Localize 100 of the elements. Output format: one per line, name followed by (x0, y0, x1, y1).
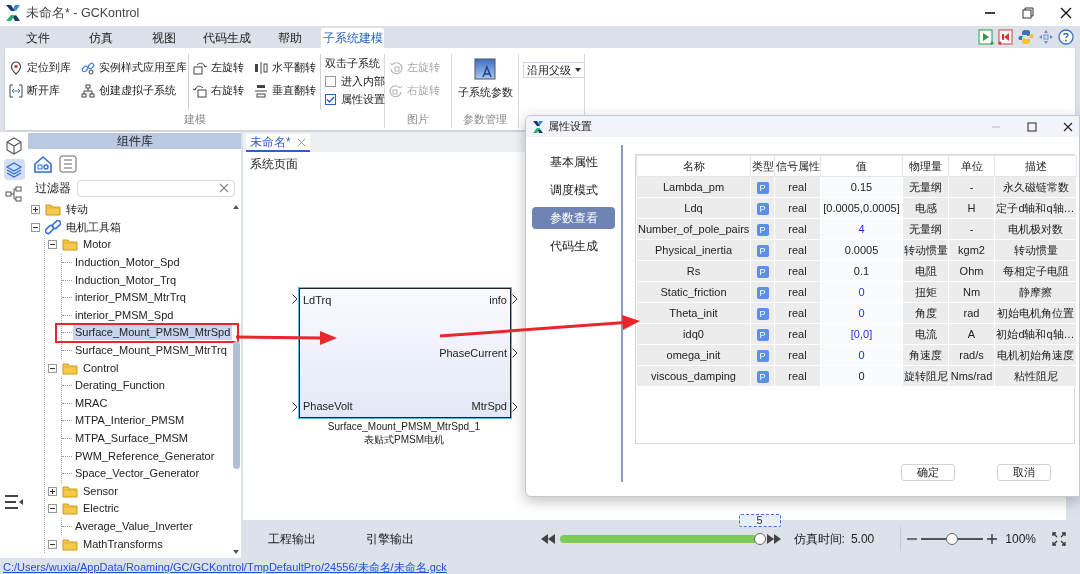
minus-box-icon[interactable] (48, 363, 57, 373)
close-icon[interactable] (1063, 121, 1073, 132)
tree-item[interactable]: Electric (81, 501, 122, 517)
ribbon-button[interactable]: 垂直翻转 (254, 81, 316, 100)
tree-item[interactable]: Induction_Motor_Spd (73, 255, 182, 271)
ribbon-button[interactable]: 实例样式应用至库 (81, 58, 187, 77)
ribbon-button[interactable]: 定位到库 (9, 58, 71, 77)
column-header[interactable]: 名称 (636, 155, 751, 177)
ribbon-button[interactable]: 子系统参数 (452, 54, 518, 112)
tree-item[interactable]: MTPA_Interior_PMSM (73, 413, 187, 429)
nav-item[interactable]: 基本属性 (532, 151, 615, 173)
fast-forward-icon[interactable] (765, 533, 782, 545)
minus-box-icon[interactable] (31, 222, 40, 232)
plus-box-icon[interactable] (31, 205, 40, 215)
rewind-icon[interactable] (998, 29, 1014, 45)
column-header[interactable]: 值 (820, 155, 903, 177)
tree-item[interactable]: MRAC (73, 395, 110, 411)
checkbox-label[interactable]: 属性设置 (341, 92, 385, 107)
dropdown[interactable]: 沿用父级 (523, 62, 585, 78)
house-gear-icon[interactable] (33, 155, 53, 173)
column-header[interactable]: 描述 (994, 155, 1077, 177)
block[interactable]: LdTrq PhaseVolt info PhaseCurrent MtrSpd (299, 288, 511, 418)
ribbon-button[interactable]: 断开库 (9, 81, 71, 100)
tree-item[interactable]: Sensor (81, 483, 120, 499)
tree-item[interactable]: PWM_Reference_Generator (73, 448, 217, 464)
maximize-icon[interactable] (1027, 121, 1037, 132)
scrollbar-thumb[interactable] (232, 341, 240, 469)
tree-item[interactable]: Surface_Mount_PMSM_MtrSpd (73, 325, 233, 341)
sidebar-tab[interactable] (3, 183, 25, 204)
ribbon-button[interactable]: 右旋转 (193, 81, 244, 100)
menu-tab[interactable]: 代码生成 (195, 28, 258, 48)
fit-screen-icon[interactable] (1052, 532, 1066, 546)
checkbox-label[interactable]: 进入内部 (341, 74, 385, 89)
tree-item[interactable]: interior_PMSM_Spd (73, 307, 176, 323)
ribbon-button[interactable]: 左旋转 (193, 58, 244, 77)
menu-tab[interactable]: 仿真 (69, 28, 132, 48)
tree-item[interactable]: MTPA_Surface_PMSM (73, 431, 190, 446)
tree-item[interactable]: 电机工具箱 (64, 219, 123, 235)
document-tab[interactable]: 未命名* (246, 134, 310, 152)
restore-icon[interactable] (1022, 7, 1034, 19)
tree-item[interactable]: Space_Vector_Generator (73, 466, 202, 482)
tree-item[interactable]: MathTransforms (81, 536, 165, 552)
dialog-button[interactable]: 取消 (997, 464, 1051, 481)
collapse-menu-icon[interactable] (4, 494, 24, 510)
menu-tab[interactable]: 帮助 (258, 28, 321, 48)
plus-box-icon[interactable] (48, 486, 57, 496)
output-tab[interactable]: 工程输出 (268, 530, 316, 548)
tree-item[interactable]: 转动 (64, 202, 90, 218)
sidebar-tab[interactable] (3, 135, 25, 156)
tab-label[interactable]: 未命名* (250, 133, 291, 151)
type-tag: P (756, 286, 769, 299)
table-cell: idq0 (636, 323, 751, 345)
help-icon[interactable] (1058, 29, 1074, 45)
minus-box-icon[interactable] (48, 539, 57, 549)
table-cell: Lambda_pm (636, 176, 751, 198)
checkbox[interactable] (325, 94, 336, 105)
list-icon[interactable] (59, 155, 77, 173)
menu-tab[interactable]: 视图 (132, 28, 195, 48)
scroll-up-icon[interactable] (233, 205, 239, 209)
search-field[interactable] (77, 179, 235, 197)
zoom-value: 100% (1005, 532, 1036, 546)
column-header[interactable]: 类型 (750, 155, 775, 177)
sidebar-tab[interactable] (3, 159, 25, 180)
tree-item[interactable]: Control (81, 360, 121, 376)
hierarchy-icon (81, 83, 95, 98)
column-header[interactable]: 信号属性 (774, 155, 821, 177)
ribbon-button[interactable]: 创建虚拟子系统 (81, 81, 187, 100)
ribbon-button[interactable]: 水平翻转 (254, 58, 316, 77)
clear-icon[interactable] (219, 183, 229, 193)
run-icon[interactable] (978, 29, 994, 45)
dialog-button[interactable]: 确定 (901, 464, 955, 481)
scroll-down-icon[interactable] (233, 550, 239, 554)
minus-box-icon[interactable] (48, 240, 57, 250)
nav-item[interactable]: 代码生成 (532, 235, 615, 257)
nav-item[interactable]: 调度模式 (532, 179, 615, 201)
tree-item[interactable]: Derating_Function (73, 378, 167, 394)
rewind-icon[interactable] (539, 533, 556, 545)
folder-icon (45, 203, 61, 217)
tree-item[interactable]: Induction_Motor_Trq (73, 272, 179, 288)
minus-box-icon[interactable] (48, 504, 57, 514)
tree-item[interactable]: Surface_Mount_PMSM_MtrTrq (73, 343, 229, 359)
script-icon[interactable] (1018, 29, 1034, 45)
menu-tab[interactable]: 子系统建模 (321, 28, 384, 48)
tree-item[interactable]: interior_PMSM_MtrTrq (73, 290, 188, 306)
plus-icon[interactable] (987, 534, 998, 544)
menu-tab[interactable]: 文件 (6, 28, 69, 48)
port-chevron-icon (292, 294, 298, 304)
column-header[interactable]: 单位 (948, 155, 995, 177)
column-header[interactable]: 物理量 (902, 155, 949, 177)
close-icon[interactable] (1060, 7, 1072, 19)
layers-icon (5, 160, 23, 179)
output-tab[interactable]: 引擎输出 (366, 530, 414, 548)
step-indicator[interactable]: 5 (738, 514, 781, 527)
file-path-link[interactable]: C:/Users/wuxia/AppData/Roaming/GC/GCKontrol/TmpDefaultPro/24556/未命名/未命名.gck (3, 561, 447, 573)
tree-item[interactable]: Average_Value_Inverter (73, 519, 195, 534)
slider-thumb[interactable] (946, 533, 959, 545)
checkbox[interactable] (325, 76, 336, 87)
nav-item[interactable]: 参数查看 (532, 207, 615, 229)
folder-icon (62, 361, 78, 375)
tree-item[interactable]: Motor (81, 237, 114, 253)
